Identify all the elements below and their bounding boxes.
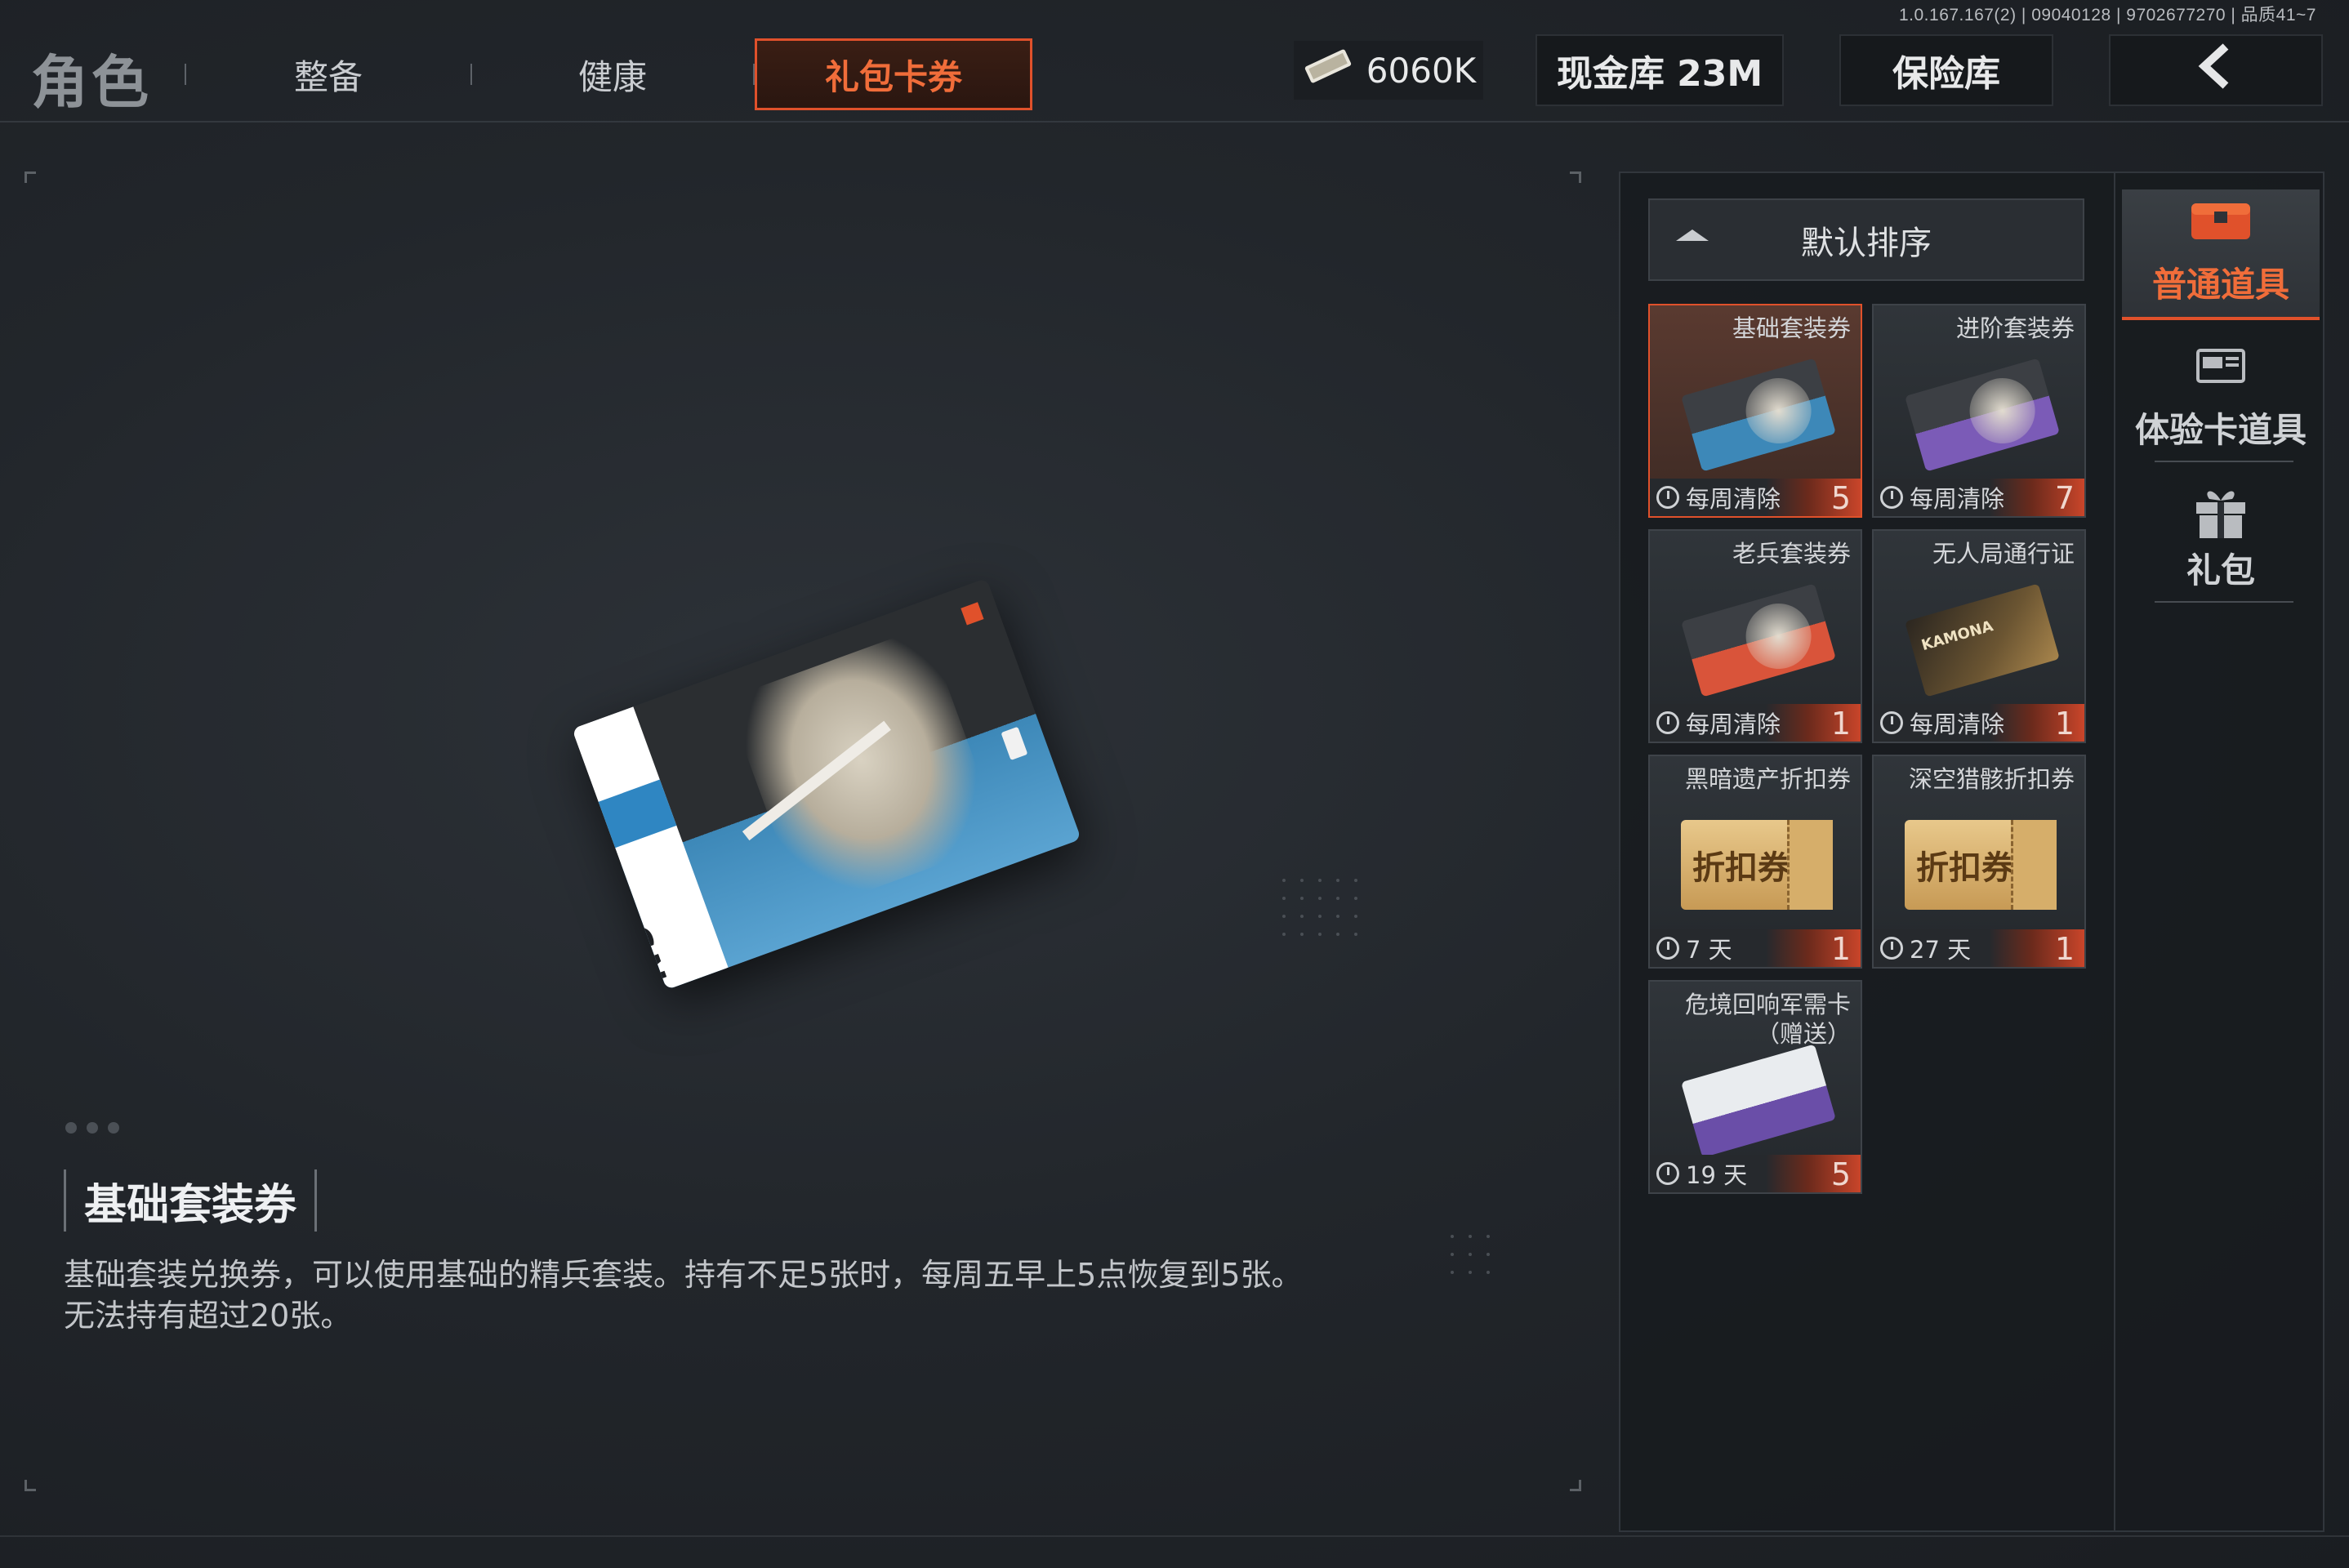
soldier-image (725, 626, 1005, 914)
selected-item-name: 基础套装券 (64, 1169, 318, 1232)
frame-corner (1570, 172, 1581, 183)
item-name: 危境回响军需卡 （赠送） (1684, 991, 1851, 1048)
decor-dots (1282, 879, 1357, 936)
gift-icon (2188, 483, 2253, 538)
item-expiry: 每周清除 (1686, 485, 1781, 513)
item-count: 5 (1830, 480, 1851, 516)
back-button[interactable] (2109, 34, 2323, 106)
frame-corner (25, 1480, 36, 1491)
item-count: 1 (2054, 931, 2075, 967)
clock-icon (1880, 486, 1903, 509)
tab-health[interactable]: 健康 (474, 38, 751, 110)
inventory-item-deep-space-coupon[interactable]: 深空猎骸折扣券 折扣券 27 天 1 (1872, 755, 2086, 969)
coupon-text: 折扣券 (1692, 849, 1790, 887)
decor-dots (1451, 1235, 1490, 1274)
clock-icon (1880, 937, 1903, 960)
item-name: 进阶套装券 (1955, 314, 2075, 342)
tab-gift-coupons[interactable]: 礼包卡券 (755, 38, 1032, 110)
item-name: 无人局通行证 (1932, 540, 2075, 568)
pager-dots (65, 1122, 119, 1134)
inventory-item-dark-legacy-coupon[interactable]: 黑暗遗产折扣券 折扣券 7 天 1 (1648, 755, 1862, 969)
inventory-item-basic-suit[interactable]: 基础套装券 每周清除 5 (1648, 304, 1862, 518)
item-image: KAMONA (1905, 583, 2060, 697)
sort-dropdown[interactable]: 默认排序 (1648, 198, 2084, 281)
item-count: 5 (1830, 1156, 1851, 1192)
clock-icon (1656, 711, 1679, 734)
item-image (1681, 1044, 1836, 1160)
category-trial-cards[interactable]: 体验卡道具 (2122, 332, 2320, 462)
category-label: 礼包 (2186, 550, 2255, 590)
item-image (1681, 583, 1836, 697)
item-name: 深空猎骸折扣券 (1908, 765, 2075, 793)
item-count: 1 (1830, 706, 1851, 742)
coupon-text: 折扣券 (1916, 849, 2014, 887)
chest-icon (2188, 197, 2253, 243)
inventory-item-supply-card[interactable]: 危境回响军需卡 （赠送） 19 天 5 (1648, 980, 1862, 1194)
category-normal-items[interactable]: 普通道具 (2122, 189, 2320, 320)
item-expiry: 27 天 (1910, 936, 1972, 964)
top-bar: 角色 整备 健康 礼包卡券 6060K 现金库 23M 保险库 (0, 0, 2349, 122)
frame-corner (25, 172, 36, 183)
item-image (1681, 358, 1836, 472)
pass-text: KAMONA (1919, 617, 1995, 655)
inventory-item-veteran-suit[interactable]: 老兵套装券 每周清除 1 (1648, 529, 1862, 743)
item-image: 折扣券 (1681, 812, 1833, 918)
inventory-item-unmanned-pass[interactable]: 无人局通行证 KAMONA 每周清除 1 (1872, 529, 2086, 743)
clock-icon (1656, 1162, 1679, 1185)
frame-corner (1570, 1480, 1581, 1491)
item-expiry: 19 天 (1686, 1161, 1748, 1189)
currency-value: 6060K (1366, 50, 1477, 91)
tab-separator (185, 64, 186, 85)
item-image (1905, 358, 2060, 472)
sort-label: 默认排序 (1801, 224, 1932, 262)
currency-display: 6060K (1294, 41, 1483, 100)
chevron-left-icon (2195, 42, 2237, 100)
item-name: 基础套装券 (1732, 314, 1851, 342)
item-expiry: 7 天 (1686, 936, 1732, 964)
category-label: 普通道具 (2151, 265, 2289, 305)
item-count: 7 (2054, 480, 2075, 516)
tab-equipment[interactable]: 整备 (189, 38, 467, 110)
item-name: 老兵套装券 (1732, 540, 1851, 568)
panel-divider (2114, 173, 2115, 1530)
cash-vault-button[interactable]: 现金库 23M (1536, 34, 1784, 106)
inventory-item-advanced-suit[interactable]: 进阶套装券 每周清除 7 (1872, 304, 2086, 518)
item-count: 1 (1830, 931, 1851, 967)
category-label: 体验卡道具 (2134, 410, 2307, 450)
card-icon (2188, 342, 2253, 388)
page-title: 角色 (31, 49, 152, 116)
caret-up-icon (1676, 229, 1709, 241)
category-gift-packs[interactable]: 礼包 (2122, 472, 2320, 603)
item-description: 基础套装兑换券，可以使用基础的精兵套装。持有不足5张时，每周五早上5点恢复到5张… (64, 1257, 1303, 1334)
item-preview-card: CN617 (572, 577, 1081, 991)
clock-icon (1656, 486, 1679, 509)
item-name: 黑暗遗产折扣券 (1684, 765, 1851, 793)
item-expiry: 每周清除 (1686, 710, 1781, 738)
item-expiry: 每周清除 (1910, 710, 2005, 738)
item-expiry: 每周清除 (1910, 485, 2005, 513)
item-image: 折扣券 (1905, 812, 2057, 918)
bottom-divider (0, 1535, 2349, 1537)
item-count: 1 (2054, 706, 2075, 742)
tab-separator (470, 64, 472, 85)
safe-box-button[interactable]: 保险库 (1839, 34, 2053, 106)
clock-icon (1880, 711, 1903, 734)
money-icon (1301, 49, 1355, 91)
clock-icon (1656, 937, 1679, 960)
